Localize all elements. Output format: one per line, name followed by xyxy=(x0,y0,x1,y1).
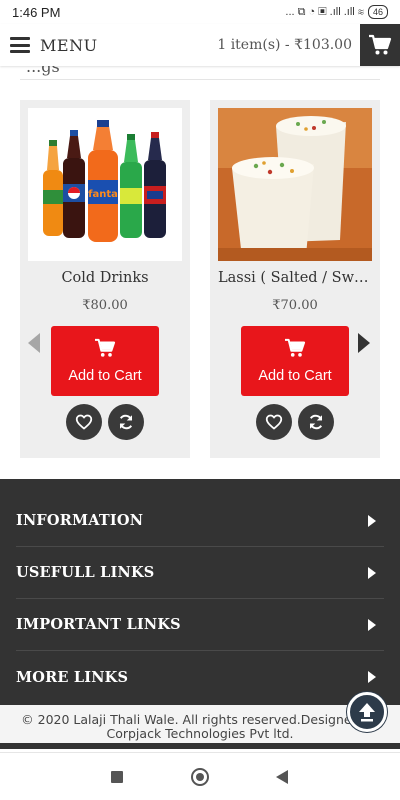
product-carousel: fanta Cold Drinks ₹80.00 Add to Cart Las… xyxy=(0,100,400,460)
footer-link-useful[interactable]: USEFULL LINKS xyxy=(16,547,384,599)
cart-icon xyxy=(285,338,306,357)
shopping-cart-icon xyxy=(369,34,392,55)
add-to-cart-label: Add to Cart xyxy=(258,368,332,384)
status-time: 1:46 PM xyxy=(12,4,61,20)
top-header: MENU 1 item(s) - ₹103.00 xyxy=(0,24,400,66)
menu-label: MENU xyxy=(40,35,98,55)
home-icon[interactable] xyxy=(191,768,209,786)
product-image-lassi[interactable] xyxy=(218,108,372,261)
heart-icon xyxy=(75,414,93,430)
chevron-right-icon xyxy=(368,671,376,683)
copyright-text: © 2020 Lalaji Thali Wale. All rights res… xyxy=(0,705,400,743)
cart-summary[interactable]: 1 item(s) - ₹103.00 xyxy=(217,37,352,53)
footer: INFORMATION USEFULL LINKS IMPORTANT LINK… xyxy=(0,479,400,705)
lassi-image xyxy=(218,108,372,261)
add-to-cart-button[interactable]: Add to Cart xyxy=(51,326,159,396)
bottles-image: fanta xyxy=(28,108,182,261)
compare-button[interactable] xyxy=(108,404,144,440)
footer-link-label: USEFULL LINKS xyxy=(16,564,155,581)
carousel-next-icon[interactable] xyxy=(358,333,370,353)
product-card: fanta Cold Drinks ₹80.00 Add to Cart xyxy=(20,100,190,458)
status-icons: ... ⧉ ◔ ▣ .ıll .ıll ≋ xyxy=(285,5,364,18)
compare-button[interactable] xyxy=(298,404,334,440)
refresh-icon xyxy=(119,414,133,430)
footer-link-label: INFORMATION xyxy=(16,512,144,529)
status-bar: 1:46 PM ... ⧉ ◔ ▣ .ıll .ıll ≋ 46 xyxy=(0,0,400,24)
product-name[interactable]: Cold Drinks xyxy=(28,270,182,286)
product-name[interactable]: Lassi ( Salted / Sweet ) xyxy=(218,270,372,286)
chevron-right-icon xyxy=(368,566,376,579)
section-heading-text: ...gs xyxy=(26,66,60,76)
hamburger-icon xyxy=(10,37,30,53)
system-nav-bar xyxy=(0,752,400,800)
footer-link-information[interactable]: INFORMATION xyxy=(16,495,384,547)
footer-link-label: IMPORTANT LINKS xyxy=(16,616,181,633)
cart-icon xyxy=(95,338,116,357)
chevron-right-icon xyxy=(368,618,376,631)
footer-link-important[interactable]: IMPORTANT LINKS xyxy=(16,599,384,651)
product-price: ₹80.00 xyxy=(82,298,128,313)
chevron-right-icon xyxy=(368,514,376,527)
heart-icon xyxy=(265,414,283,430)
battery-icon: 46 xyxy=(367,5,388,19)
product-image-cold-drinks[interactable]: fanta xyxy=(28,108,182,261)
add-to-cart-button[interactable]: Add to Cart xyxy=(241,326,349,396)
product-card: Lassi ( Salted / Sweet ) ₹70.00 Add to C… xyxy=(210,100,380,458)
footer-link-label: MORE LINKS xyxy=(16,668,129,686)
svg-text:fanta: fanta xyxy=(88,189,118,200)
status-indicators: ... ⧉ ◔ ▣ .ıll .ıll ≋ 46 xyxy=(285,5,388,19)
cart-button[interactable] xyxy=(360,24,400,66)
footer-bottom-bar xyxy=(0,743,400,749)
wishlist-button[interactable] xyxy=(66,404,102,440)
section-heading: ...gs xyxy=(20,66,380,80)
refresh-icon xyxy=(309,414,323,430)
menu-button[interactable]: MENU xyxy=(10,36,98,55)
scroll-to-top-button[interactable] xyxy=(347,692,387,732)
wishlist-button[interactable] xyxy=(256,404,292,440)
carousel-prev-icon[interactable] xyxy=(28,333,40,353)
back-icon[interactable] xyxy=(276,770,288,784)
product-price: ₹70.00 xyxy=(272,298,318,313)
recents-icon[interactable] xyxy=(111,771,123,783)
footer-link-more[interactable]: MORE LINKS xyxy=(16,651,384,703)
add-to-cart-label: Add to Cart xyxy=(68,368,142,384)
arrow-up-icon xyxy=(359,703,375,722)
